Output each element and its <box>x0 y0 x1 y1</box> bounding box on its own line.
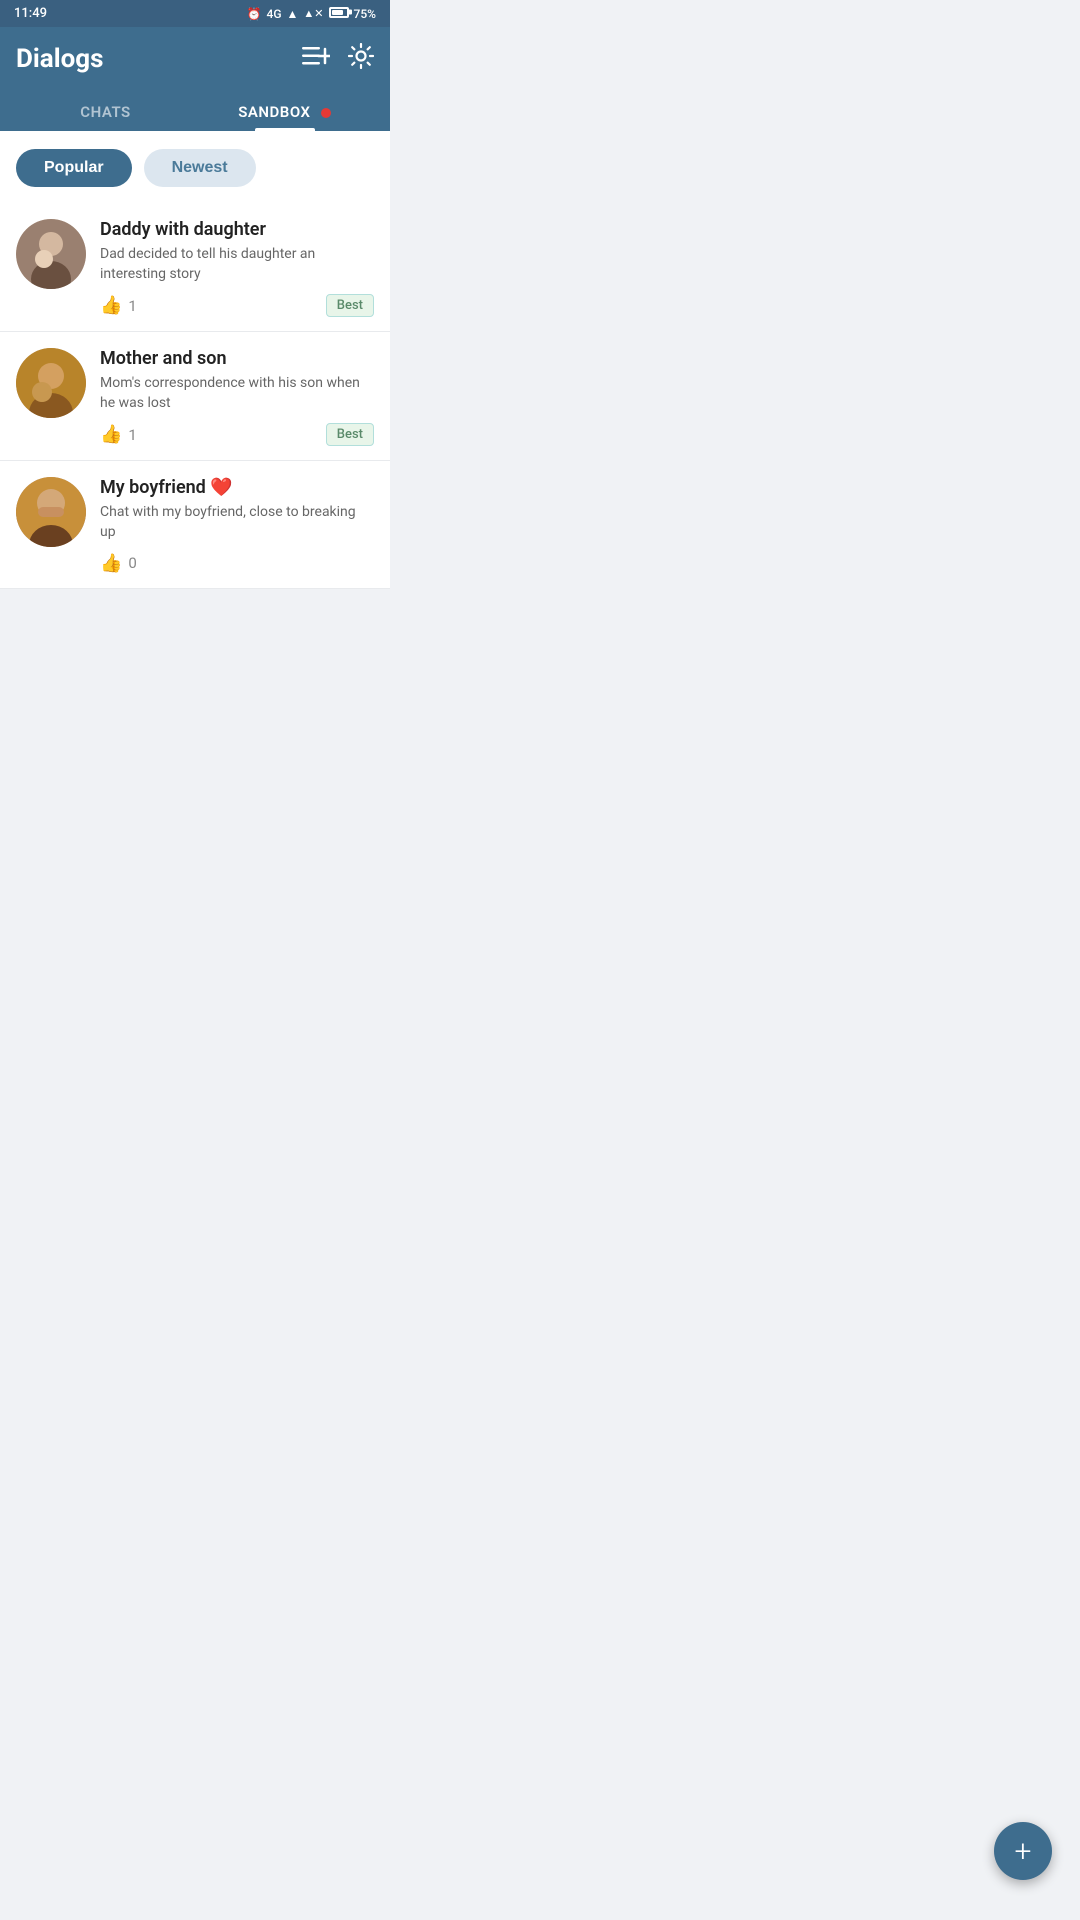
status-time: 11:49 <box>14 6 47 21</box>
status-right: ⏰ 4G ▲ ▲✕ 75% <box>247 7 376 21</box>
battery-icon <box>329 7 349 21</box>
filter-newest-button[interactable]: Newest <box>144 149 256 187</box>
signal-x-icon: ▲✕ <box>303 7 323 20</box>
signal-icon: ▲ <box>287 7 299 21</box>
chat-item[interactable]: Daddy with daughter Dad decided to tell … <box>0 203 390 332</box>
like-icon: 👍 <box>100 424 122 445</box>
avatar <box>16 477 86 547</box>
chat-list: Daddy with daughter Dad decided to tell … <box>0 203 390 589</box>
chat-info: My boyfriend ❤️ Chat with my boyfriend, … <box>100 477 374 573</box>
network-label: 4G <box>267 7 282 21</box>
chat-item[interactable]: Mother and son Mom's correspondence with… <box>0 332 390 461</box>
fab-plus-icon: + <box>1015 1834 1032 1869</box>
new-chat-button[interactable] <box>302 45 330 73</box>
sandbox-badge <box>321 108 331 118</box>
battery-label: 75% <box>354 7 376 21</box>
filter-popular-button[interactable]: Popular <box>16 149 132 187</box>
tab-sandbox-label: SANDBOX <box>238 103 310 121</box>
tab-chats[interactable]: CHATS <box>16 91 195 131</box>
avatar <box>16 348 86 418</box>
best-badge: Best <box>326 423 374 446</box>
page-title: Dialogs <box>16 44 103 74</box>
settings-button[interactable] <box>348 43 374 75</box>
like-count: 1 <box>128 426 136 444</box>
content: Popular Newest Daddy with daughter Dad d… <box>0 131 390 589</box>
chat-footer: 👍 1 Best <box>100 294 374 317</box>
best-badge: Best <box>326 294 374 317</box>
filter-row: Popular Newest <box>0 131 390 203</box>
alarm-icon: ⏰ <box>247 7 262 21</box>
like-count: 1 <box>128 297 136 315</box>
like-row: 👍 1 <box>100 424 137 445</box>
chat-footer: 👍 0 <box>100 553 374 574</box>
chat-desc: Mom's correspondence with his son when h… <box>100 374 374 413</box>
chat-desc: Dad decided to tell his daughter an inte… <box>100 245 374 284</box>
like-icon: 👍 <box>100 295 122 316</box>
chat-desc: Chat with my boyfriend, close to breakin… <box>100 503 374 542</box>
chat-footer: 👍 1 Best <box>100 423 374 446</box>
like-row: 👍 1 <box>100 295 137 316</box>
tabs: CHATS SANDBOX <box>16 91 374 131</box>
chat-title: My boyfriend ❤️ <box>100 477 374 498</box>
like-count: 0 <box>128 554 136 572</box>
chat-title: Daddy with daughter <box>100 219 374 240</box>
chat-item[interactable]: My boyfriend ❤️ Chat with my boyfriend, … <box>0 461 390 588</box>
tab-chats-label: CHATS <box>80 103 130 121</box>
status-bar: 11:49 ⏰ 4G ▲ ▲✕ 75% <box>0 0 390 27</box>
tab-sandbox[interactable]: SANDBOX <box>195 91 374 131</box>
avatar <box>16 219 86 289</box>
chat-info: Mother and son Mom's correspondence with… <box>100 348 374 446</box>
fab-add-button[interactable]: + <box>994 1822 1052 1880</box>
like-row: 👍 0 <box>100 553 137 574</box>
chat-info: Daddy with daughter Dad decided to tell … <box>100 219 374 317</box>
heart-emoji: ❤️ <box>210 477 232 498</box>
like-icon: 👍 <box>100 553 122 574</box>
chat-title: Mother and son <box>100 348 374 369</box>
header-top: Dialogs <box>16 43 374 91</box>
header: Dialogs CHATS <box>0 27 390 131</box>
header-actions <box>302 43 374 75</box>
